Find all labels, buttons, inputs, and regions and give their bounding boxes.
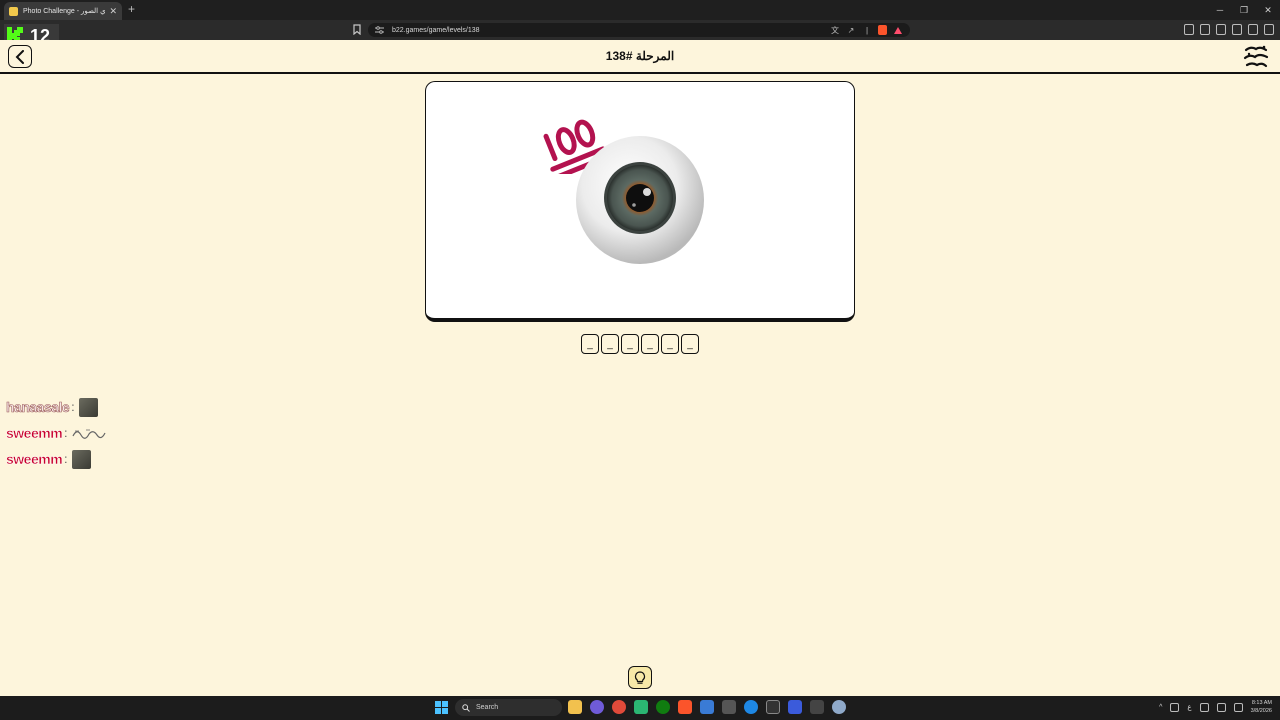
bookmark-icon[interactable] [353,24,361,35]
url-text[interactable]: b22.games/game/levels/138 [392,27,830,34]
discord-icon[interactable] [590,700,604,714]
chat-separator: : [64,452,68,466]
answer-slot[interactable]: _ [601,334,619,354]
stream-chat: hanaasale : sweemm : sweemm : [6,394,106,472]
hint-button[interactable] [628,666,652,689]
browser-toolbar: b22.games/game/levels/138 文 ↗ | [0,20,1280,40]
chat-username: hanaasale [6,399,70,416]
brave-shields-icon[interactable] [878,25,887,35]
restore-icon[interactable]: ❐ [1232,0,1256,20]
chat-emote-image [71,449,91,469]
microphone-icon[interactable] [1170,702,1180,712]
file-explorer-icon[interactable] [568,700,582,714]
puzzle-image-card [425,81,855,322]
site-settings-icon[interactable] [375,26,384,34]
app-icon[interactable] [810,700,824,714]
translate-icon[interactable]: 文 [830,25,840,35]
browser-tab[interactable]: Photo Challenge - لعبة تحدي الصور ✕ [4,2,122,20]
edge-icon[interactable] [744,700,758,714]
game-logo[interactable] [1242,44,1270,70]
lightbulb-icon [634,670,646,684]
browser-tab-bar: Photo Challenge - لعبة تحدي الصور ✕ + ─ … [0,0,1280,20]
chat-separator: : [64,426,68,440]
settings-icon[interactable] [832,700,846,714]
leo-ai-icon[interactable] [1232,24,1242,35]
answer-slot[interactable]: _ [621,334,639,354]
divider: | [865,25,869,35]
toolbar-right-icons [1184,24,1274,35]
address-bar[interactable]: b22.games/game/levels/138 文 ↗ | [368,23,910,37]
chat-message: hanaasale : [6,394,106,420]
windows-start-icon[interactable] [435,701,448,714]
app-icon[interactable] [634,700,648,714]
taskbar-search[interactable]: Search [455,699,562,716]
language-indicator[interactable]: ع [1187,703,1191,711]
close-window-icon[interactable]: ✕ [1256,0,1280,20]
answer-slot[interactable]: _ [581,334,599,354]
wallet-icon[interactable] [1216,24,1226,35]
chat-message: sweemm : [6,420,106,446]
clock-date: 3/8/2026 [1250,708,1272,714]
clock[interactable]: 8:13 AM 3/8/2026 [1251,699,1272,715]
chat-username: sweemm [6,451,63,467]
chrome-icon[interactable] [612,700,626,714]
network-icon[interactable] [1199,702,1209,712]
tab-title: Photo Challenge - لعبة تحدي الصور [23,8,106,15]
sidebar-icon[interactable] [1200,24,1210,35]
rewards-icon[interactable] [893,25,903,35]
volume-icon[interactable] [1216,702,1226,712]
search-label: Search [476,704,499,711]
epic-games-icon[interactable] [766,700,780,714]
app-icon[interactable] [788,700,802,714]
new-tab-icon[interactable]: + [128,2,135,16]
reader-mode-icon[interactable] [1184,24,1194,35]
answer-slots: _ _ _ _ _ _ [581,334,699,354]
chat-message: sweemm : [6,446,106,472]
answer-slot[interactable]: _ [681,334,699,354]
answer-slot[interactable]: _ [641,334,659,354]
close-tab-icon[interactable]: ✕ [109,6,117,17]
app-icon[interactable] [722,700,736,714]
system-tray: ^ ع 8:13 AM 3/8/2026 [1159,699,1272,715]
share-icon[interactable]: ↗ [846,25,856,35]
chevron-up-icon[interactable]: ^ [1159,704,1162,711]
minimize-icon[interactable]: ─ [1208,0,1232,20]
search-icon [462,703,470,712]
chat-username: sweemm [6,425,63,441]
chat-emote-image [78,397,98,417]
taskbar-apps [568,700,846,714]
game-header: المرحلة #138 [0,40,1280,74]
favicon-icon [9,6,18,16]
os-taskbar: Search ^ ع 8:13 AM 3/8/2026 [0,696,1280,720]
eyeball-image [576,136,704,264]
battery-icon[interactable] [1233,702,1243,712]
chat-separator: : [71,400,75,414]
answer-slot[interactable]: _ [661,334,679,354]
brave-browser-icon[interactable] [678,700,692,714]
clock-time: 8:13 AM [1251,700,1272,706]
level-title: المرحلة #138 [605,49,675,63]
address-actions: 文 ↗ | [830,25,903,35]
xbox-icon[interactable] [656,700,670,714]
window-controls: ─ ❐ ✕ [1208,0,1280,20]
menu-icon[interactable] [1264,24,1274,35]
vpn-icon[interactable] [1248,24,1258,35]
chat-signature-image [71,429,106,439]
security-icon[interactable] [700,700,714,714]
